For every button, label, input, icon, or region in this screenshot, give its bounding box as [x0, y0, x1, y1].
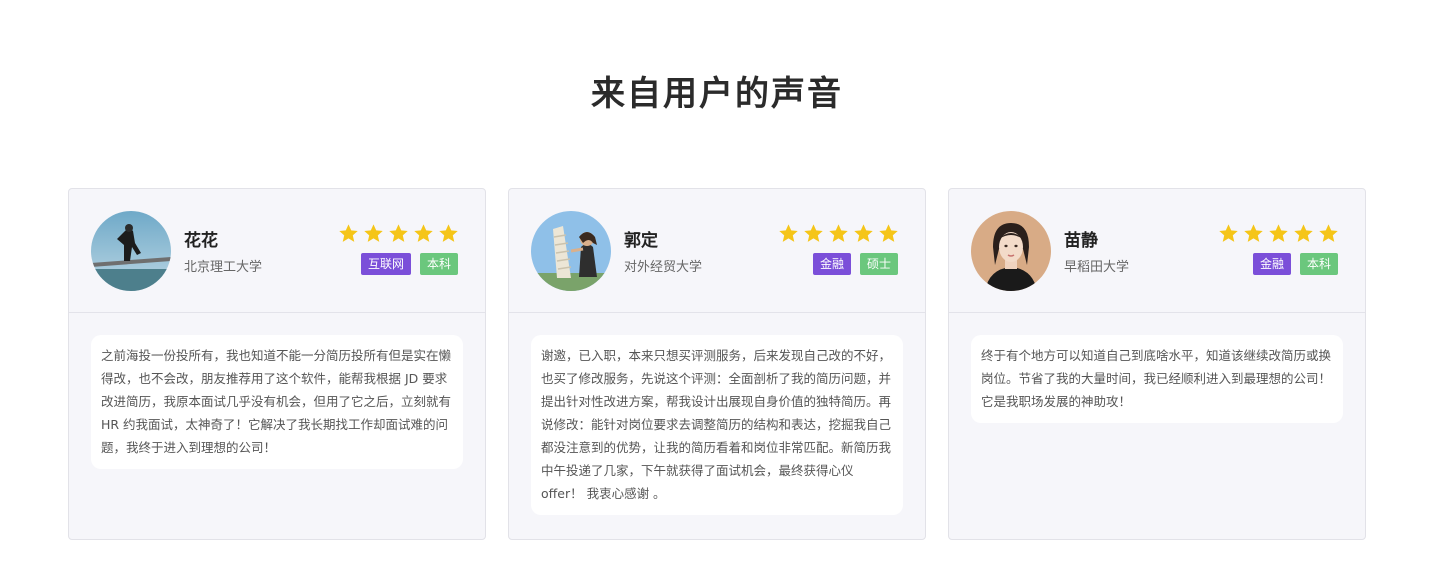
star-icon — [1243, 223, 1264, 244]
star-icon — [803, 223, 824, 244]
user-name: 花花 — [184, 231, 218, 251]
star-icon — [1318, 223, 1339, 244]
testimonial-comment: 终于有个地方可以知道自己到底啥水平，知道该继续改简历或换岗位。节省了我的大量时间… — [971, 335, 1343, 423]
star-icon — [338, 223, 359, 244]
card-header: 苗静 早稻田大学 金融 本科 — [949, 189, 1365, 313]
star-icon — [1268, 223, 1289, 244]
tag-list: 金融 本科 — [1252, 253, 1338, 275]
star-icon — [778, 223, 799, 244]
avatar — [971, 211, 1051, 291]
industry-tag: 互联网 — [360, 253, 411, 275]
user-school: 对外经贸大学 — [624, 260, 703, 275]
user-school: 北京理工大学 — [184, 260, 263, 275]
rating-stars — [1218, 223, 1339, 244]
star-icon — [853, 223, 874, 244]
star-icon — [388, 223, 409, 244]
tag-list: 互联网 本科 — [360, 253, 458, 275]
star-icon — [878, 223, 899, 244]
star-icon — [828, 223, 849, 244]
testimonial-card: 花花 北京理工大学 互联网 本科 之前海投一份投所有，我也知道不能一分简历投所有… — [68, 188, 486, 540]
testimonials-section: 来自用户的声音 花花 北京理工大学 互联网 本科 之前海投一份投所有，我也知道不… — [0, 0, 1434, 567]
testimonial-card: 郭定 对外经贸大学 金融 硕士 谢邀，已入职，本来只想买评测服务，后来发现自己改… — [508, 188, 926, 540]
section-title: 来自用户的声音 — [591, 74, 843, 114]
degree-tag: 本科 — [1299, 253, 1338, 275]
degree-tag: 硕士 — [859, 253, 898, 275]
star-icon — [438, 223, 459, 244]
avatar — [531, 211, 611, 291]
user-name: 郭定 — [624, 231, 658, 251]
rating-stars — [778, 223, 899, 244]
tag-list: 金融 硕士 — [812, 253, 898, 275]
star-icon — [413, 223, 434, 244]
testimonial-comment: 之前海投一份投所有，我也知道不能一分简历投所有但是实在懒得改，也不会改，朋友推荐… — [91, 335, 463, 469]
testimonial-comment: 谢邀，已入职，本来只想买评测服务，后来发现自己改的不好，也买了修改服务，先说这个… — [531, 335, 903, 515]
user-name: 苗静 — [1064, 231, 1098, 251]
industry-tag: 金融 — [812, 253, 851, 275]
testimonial-card: 苗静 早稻田大学 金融 本科 终于有个地方可以知道自己到底啥水平，知道该继续改简… — [948, 188, 1366, 540]
testimonial-cards: 花花 北京理工大学 互联网 本科 之前海投一份投所有，我也知道不能一分简历投所有… — [68, 188, 1366, 540]
card-header: 郭定 对外经贸大学 金融 硕士 — [509, 189, 925, 313]
card-header: 花花 北京理工大学 互联网 本科 — [69, 189, 485, 313]
rating-stars — [338, 223, 459, 244]
avatar — [91, 211, 171, 291]
star-icon — [363, 223, 384, 244]
user-school: 早稻田大学 — [1064, 260, 1130, 275]
star-icon — [1218, 223, 1239, 244]
industry-tag: 金融 — [1252, 253, 1291, 275]
degree-tag: 本科 — [419, 253, 458, 275]
star-icon — [1293, 223, 1314, 244]
